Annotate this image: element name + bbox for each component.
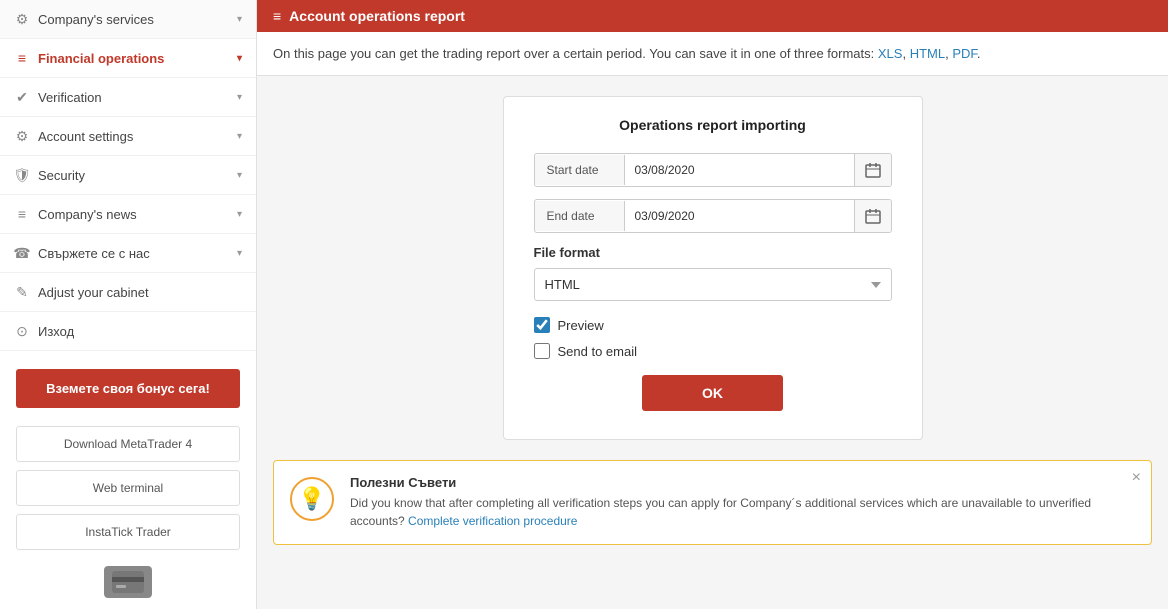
- end-date-input[interactable]: [625, 201, 854, 231]
- form-title: Operations report importing: [534, 117, 892, 133]
- sidebar: ⚙ Company's services ▾ ≡ Financial opera…: [0, 0, 257, 609]
- end-date-calendar-button[interactable]: [854, 200, 891, 232]
- sidebar-label-logout: Изход: [38, 324, 74, 339]
- send-email-checkbox-row: Send to email: [534, 343, 892, 359]
- tip-text: Did you know that after completing all v…: [350, 494, 1115, 530]
- preview-label[interactable]: Preview: [558, 318, 604, 333]
- main-content: ≡ Account operations report On this page…: [257, 0, 1168, 609]
- sidebar-label-company-news: Company's news: [38, 207, 137, 222]
- card-icon-area: [0, 558, 256, 606]
- sidebar-item-security[interactable]: 🛡 Security ▾: [0, 156, 256, 195]
- credit-card-icon: [104, 566, 152, 598]
- bonus-button[interactable]: Вземете своя бонус сега!: [16, 369, 240, 408]
- chevron-right-icon-verification: ▾: [237, 92, 242, 103]
- contact-icon: ☎: [14, 245, 30, 261]
- chevron-right-icon-security: ▾: [237, 170, 242, 181]
- sidebar-label-verification: Verification: [38, 90, 102, 105]
- ok-button[interactable]: OK: [642, 375, 783, 411]
- tip-icon-wrap: 💡: [288, 475, 336, 523]
- page-header: ≡ Account operations report: [257, 0, 1168, 32]
- download-metatrader-button[interactable]: Download MetaTrader 4: [16, 426, 240, 462]
- send-email-label[interactable]: Send to email: [558, 344, 638, 359]
- company-services-icon: ⚙: [14, 11, 30, 27]
- verification-icon: ✔: [14, 89, 30, 105]
- sidebar-item-logout[interactable]: ⊙ Изход: [0, 312, 256, 351]
- chevron-right-icon-account: ▾: [237, 131, 242, 142]
- send-email-checkbox[interactable]: [534, 343, 550, 359]
- tip-box: 💡 Полезни Съвети Did you know that after…: [273, 460, 1152, 545]
- sidebar-item-contact-us[interactable]: ☎ Свържете се с нас ▾: [0, 234, 256, 273]
- sidebar-item-company-services[interactable]: ⚙ Company's services ▾: [0, 0, 256, 39]
- security-icon: 🛡: [14, 167, 30, 183]
- adjust-icon: ✎: [14, 284, 30, 300]
- sidebar-label-security: Security: [38, 168, 85, 183]
- end-date-label: End date: [535, 201, 625, 231]
- verification-link[interactable]: Complete verification procedure: [408, 514, 577, 528]
- account-settings-icon: ⚙: [14, 128, 30, 144]
- pdf-link[interactable]: PDF: [952, 46, 977, 61]
- web-terminal-button[interactable]: Web terminal: [16, 470, 240, 506]
- start-date-input[interactable]: [625, 155, 854, 185]
- preview-checkbox[interactable]: [534, 317, 550, 333]
- chevron-down-icon: ▾: [237, 53, 242, 64]
- sidebar-item-adjust-cabinet[interactable]: ✎ Adjust your cabinet: [0, 273, 256, 312]
- chevron-right-icon: ▾: [237, 14, 242, 25]
- financial-operations-icon: ≡: [14, 50, 30, 66]
- tip-content: Полезни Съвети Did you know that after c…: [350, 475, 1115, 530]
- sidebar-label-account-settings: Account settings: [38, 129, 133, 144]
- sidebar-item-financial-operations[interactable]: ≡ Financial operations ▾: [0, 39, 256, 78]
- company-news-icon: ≡: [14, 206, 30, 222]
- header-icon: ≡: [273, 8, 281, 24]
- logout-icon: ⊙: [14, 323, 30, 339]
- page-title: Account operations report: [289, 8, 465, 24]
- tip-title: Полезни Съвети: [350, 475, 1115, 490]
- chevron-right-icon-contact: ▾: [237, 248, 242, 259]
- sidebar-label-contact: Свържете се с нас: [38, 246, 150, 261]
- file-format-select[interactable]: XLS HTML PDF: [534, 268, 892, 301]
- lightbulb-icon: 💡: [290, 477, 334, 521]
- html-link[interactable]: HTML: [910, 46, 945, 61]
- instatick-button[interactable]: InstaTick Trader: [16, 514, 240, 550]
- sidebar-label-company-services: Company's services: [38, 12, 154, 27]
- file-format-label: File format: [534, 245, 892, 260]
- start-date-label: Start date: [535, 155, 625, 185]
- xls-link[interactable]: XLS: [878, 46, 903, 61]
- tip-close-button[interactable]: ×: [1132, 469, 1141, 487]
- sidebar-label-adjust: Adjust your cabinet: [38, 285, 149, 300]
- page-description: On this page you can get the trading rep…: [257, 32, 1168, 76]
- start-date-field: Start date: [534, 153, 892, 187]
- operations-report-form: Operations report importing Start date E…: [503, 96, 923, 440]
- sidebar-item-verification[interactable]: ✔ Verification ▾: [0, 78, 256, 117]
- sidebar-item-company-news[interactable]: ≡ Company's news ▾: [0, 195, 256, 234]
- sidebar-item-account-settings[interactable]: ⚙ Account settings ▾: [0, 117, 256, 156]
- start-date-calendar-button[interactable]: [854, 154, 891, 186]
- chevron-right-icon-news: ▾: [237, 209, 242, 220]
- sidebar-label-financial-operations: Financial operations: [38, 51, 164, 66]
- preview-checkbox-row: Preview: [534, 317, 892, 333]
- end-date-field: End date: [534, 199, 892, 233]
